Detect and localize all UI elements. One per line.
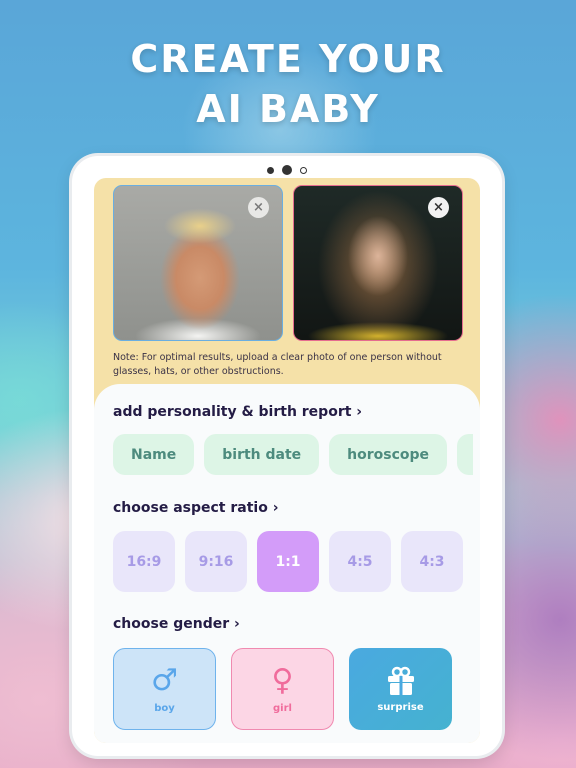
chip-name[interactable]: Name xyxy=(113,434,195,475)
camera-sensor-icon xyxy=(300,166,307,174)
headline-line-1: CREATE YOUR xyxy=(130,37,446,81)
tablet-camera xyxy=(267,165,307,175)
headline: CREATE YOUR AI BABY xyxy=(0,34,576,134)
personality-section-title[interactable]: add personality & birth report › xyxy=(113,404,362,420)
camera-lens-icon xyxy=(282,165,292,175)
remove-mother-photo-button[interactable]: × xyxy=(428,197,449,218)
app-screen: × × Note: For optimal results, upload a … xyxy=(94,178,480,743)
female-symbol-icon: ♀ xyxy=(271,662,294,698)
gender-boy-button[interactable]: ♂ boy xyxy=(113,648,216,730)
ratio-1-1[interactable]: 1:1 xyxy=(257,531,319,592)
father-photo[interactable]: × xyxy=(113,185,283,341)
gender-girl-label: girl xyxy=(273,702,292,714)
aspect-ratio-section-title[interactable]: choose aspect ratio › xyxy=(113,500,278,516)
chip-weight[interactable]: weight xyxy=(457,434,473,475)
tablet-frame: × × Note: For optimal results, upload a … xyxy=(72,156,502,756)
gender-girl-button[interactable]: ♀ girl xyxy=(231,648,334,730)
close-icon: × xyxy=(433,200,444,215)
gender-surprise-button[interactable]: surprise xyxy=(349,648,452,730)
ratio-4-3[interactable]: 4:3 xyxy=(401,531,463,592)
gender-section-title[interactable]: choose gender › xyxy=(113,616,240,632)
headline-line-2: AI BABY xyxy=(196,87,380,131)
camera-dot-icon xyxy=(267,166,274,174)
gender-surprise-label: surprise xyxy=(377,701,424,713)
remove-father-photo-button[interactable]: × xyxy=(248,197,269,218)
male-symbol-icon: ♂ xyxy=(151,662,178,698)
ratio-4-5[interactable]: 4:5 xyxy=(329,531,391,592)
gender-options: ♂ boy ♀ girl surprise xyxy=(113,648,452,730)
gift-icon xyxy=(387,666,414,695)
options-panel: add personality & birth report › Name bi… xyxy=(94,384,480,743)
aspect-ratio-options: 16:9 9:16 1:1 4:5 4:3 xyxy=(113,531,463,592)
close-icon: × xyxy=(253,200,264,215)
upload-note: Note: For optimal results, upload a clea… xyxy=(113,352,442,377)
ratio-9-16[interactable]: 9:16 xyxy=(185,531,247,592)
personality-chips: Name birth date horoscope weight xyxy=(113,434,473,475)
mother-photo[interactable]: × xyxy=(293,185,463,341)
ratio-16-9[interactable]: 16:9 xyxy=(113,531,175,592)
chip-birth-date[interactable]: birth date xyxy=(204,434,320,475)
chip-horoscope[interactable]: horoscope xyxy=(329,434,448,475)
gender-boy-label: boy xyxy=(154,702,175,714)
